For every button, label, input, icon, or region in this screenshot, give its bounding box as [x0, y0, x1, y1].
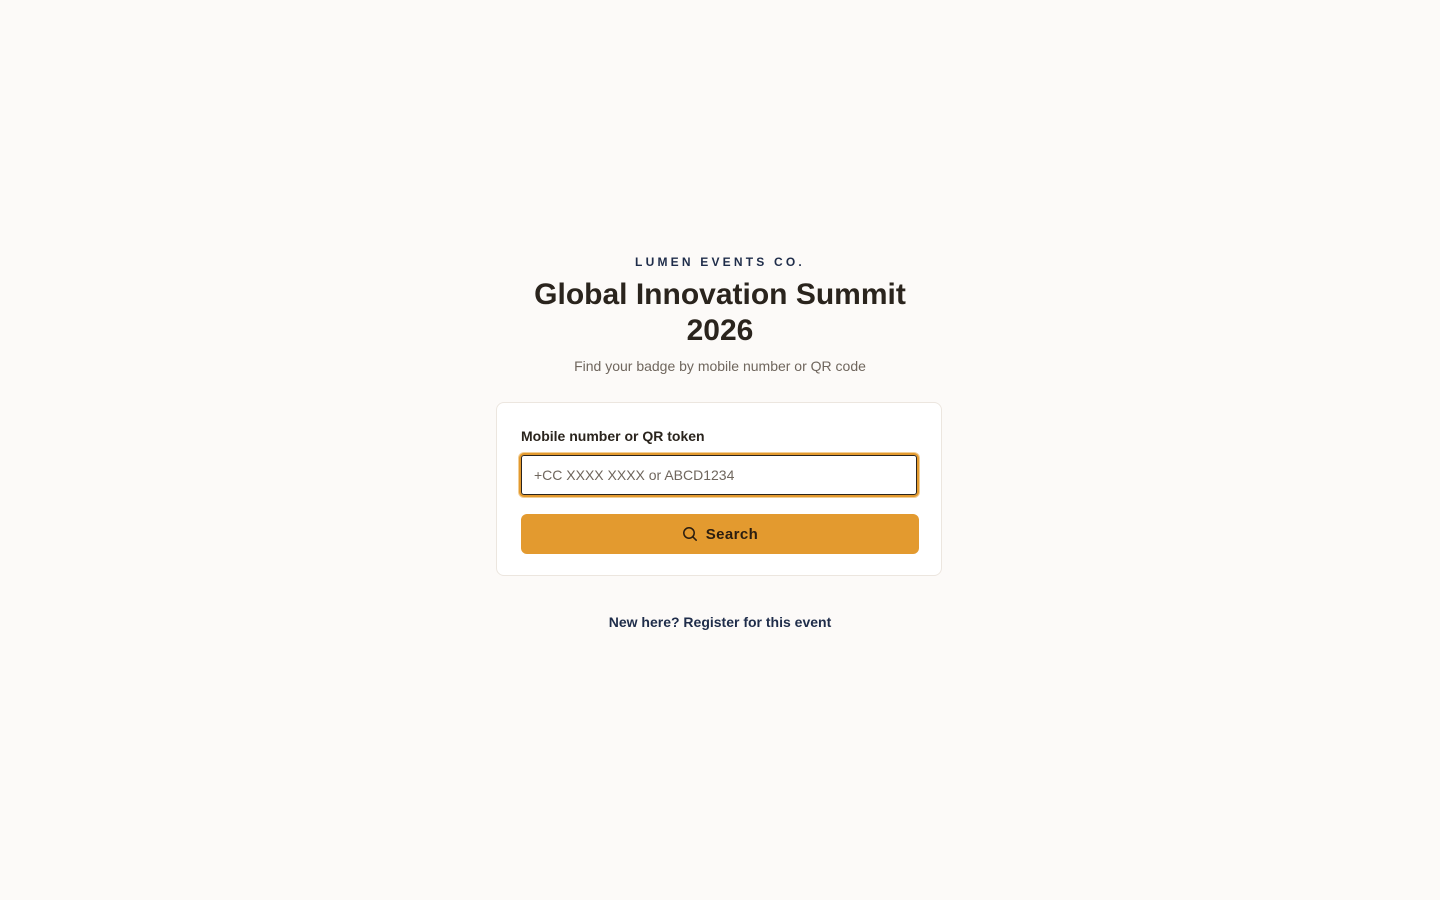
lookup-field-label: Mobile number or QR token — [521, 428, 705, 444]
register-link-container: New here? Register for this event — [0, 614, 1440, 630]
page-subtitle: Find your badge by mobile number or QR c… — [574, 358, 866, 374]
search-icon — [682, 526, 698, 542]
register-link[interactable]: New here? Register for this event — [609, 614, 832, 630]
lookup-input-wrapper — [519, 453, 919, 497]
lookup-input[interactable] — [521, 455, 917, 495]
search-button-label: Search — [705, 525, 759, 543]
search-button[interactable]: Search — [521, 514, 919, 554]
page-title: Global Innovation Summit 2026 — [534, 278, 906, 347]
lookup-card: Mobile number or QR token Search — [496, 402, 942, 576]
org-name: LUMEN EVENTS CO. — [635, 255, 805, 269]
badge-lookup-page: LUMEN EVENTS CO. Global Innovation Summi… — [0, 0, 1440, 900]
